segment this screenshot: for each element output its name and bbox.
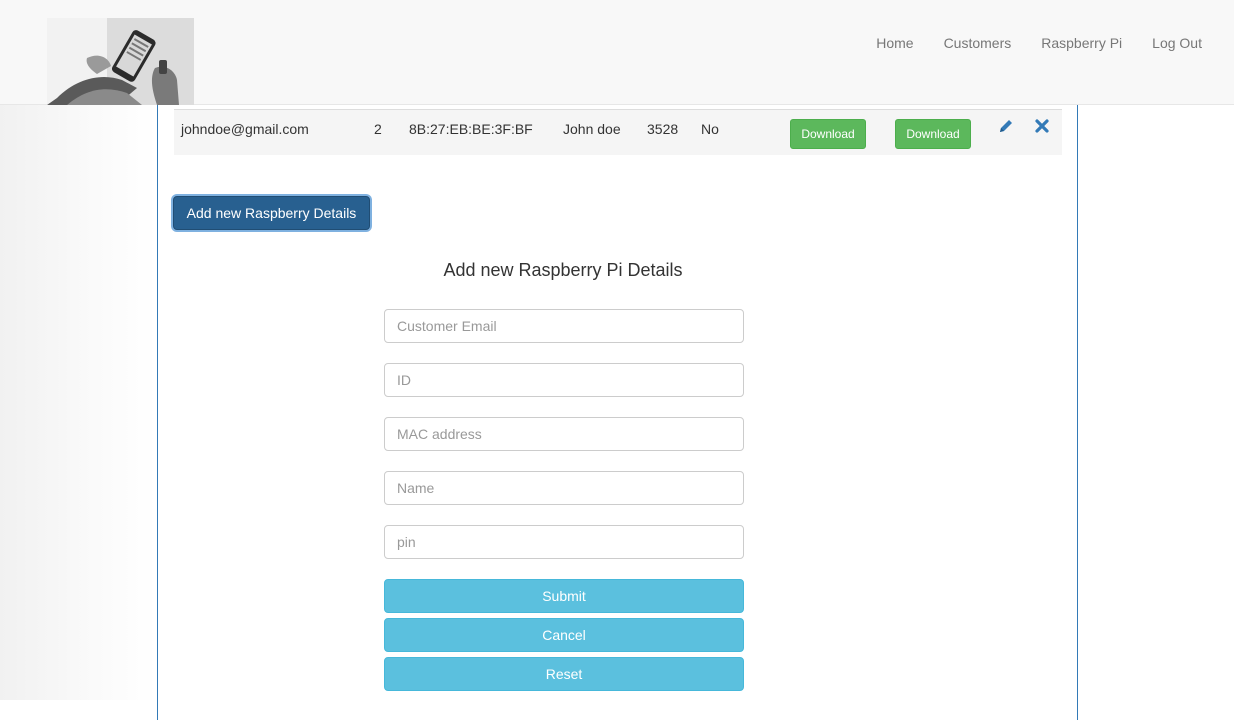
nav-menu: Home Customers Raspberry Pi Log Out — [861, 33, 1217, 53]
add-raspberry-details-button[interactable]: Add new Raspberry Details — [173, 196, 370, 230]
cell-id: 2 — [374, 121, 382, 137]
nav-log-out[interactable]: Log Out — [1137, 33, 1217, 53]
page-gutter — [0, 105, 157, 700]
cell-mac: 8B:27:EB:BE:3F:BF — [409, 121, 533, 137]
pencil-icon[interactable] — [998, 118, 1016, 136]
submit-button[interactable]: Submit — [384, 579, 744, 613]
table-row: johndoe@gmail.com 2 8B:27:EB:BE:3F:BF Jo… — [174, 109, 1062, 155]
cell-name: John doe — [563, 121, 621, 137]
nav-customers[interactable]: Customers — [929, 33, 1027, 53]
brand-logo[interactable] — [47, 18, 194, 105]
name-field[interactable] — [384, 471, 744, 505]
cell-email: johndoe@gmail.com — [181, 121, 309, 137]
pin-field[interactable] — [384, 525, 744, 559]
reset-button[interactable]: Reset — [384, 657, 744, 691]
download-button-2[interactable]: Download — [895, 119, 971, 149]
download-button-1[interactable]: Download — [790, 119, 866, 149]
customer-email-field[interactable] — [384, 309, 744, 343]
id-field[interactable] — [384, 363, 744, 397]
top-navbar: Home Customers Raspberry Pi Log Out — [0, 0, 1234, 105]
cell-pin: 3528 — [647, 121, 679, 137]
logo-photo-icon — [47, 18, 194, 105]
form-title: Add new Raspberry Pi Details — [443, 260, 683, 280]
nav-raspberry-pi[interactable]: Raspberry Pi — [1026, 33, 1137, 53]
cell-flag: No — [701, 121, 719, 137]
close-icon[interactable] — [1034, 118, 1052, 136]
main-panel: johndoe@gmail.com 2 8B:27:EB:BE:3F:BF Jo… — [157, 100, 1078, 720]
cancel-button[interactable]: Cancel — [384, 618, 744, 652]
mac-address-field[interactable] — [384, 417, 744, 451]
nav-home[interactable]: Home — [861, 33, 928, 53]
